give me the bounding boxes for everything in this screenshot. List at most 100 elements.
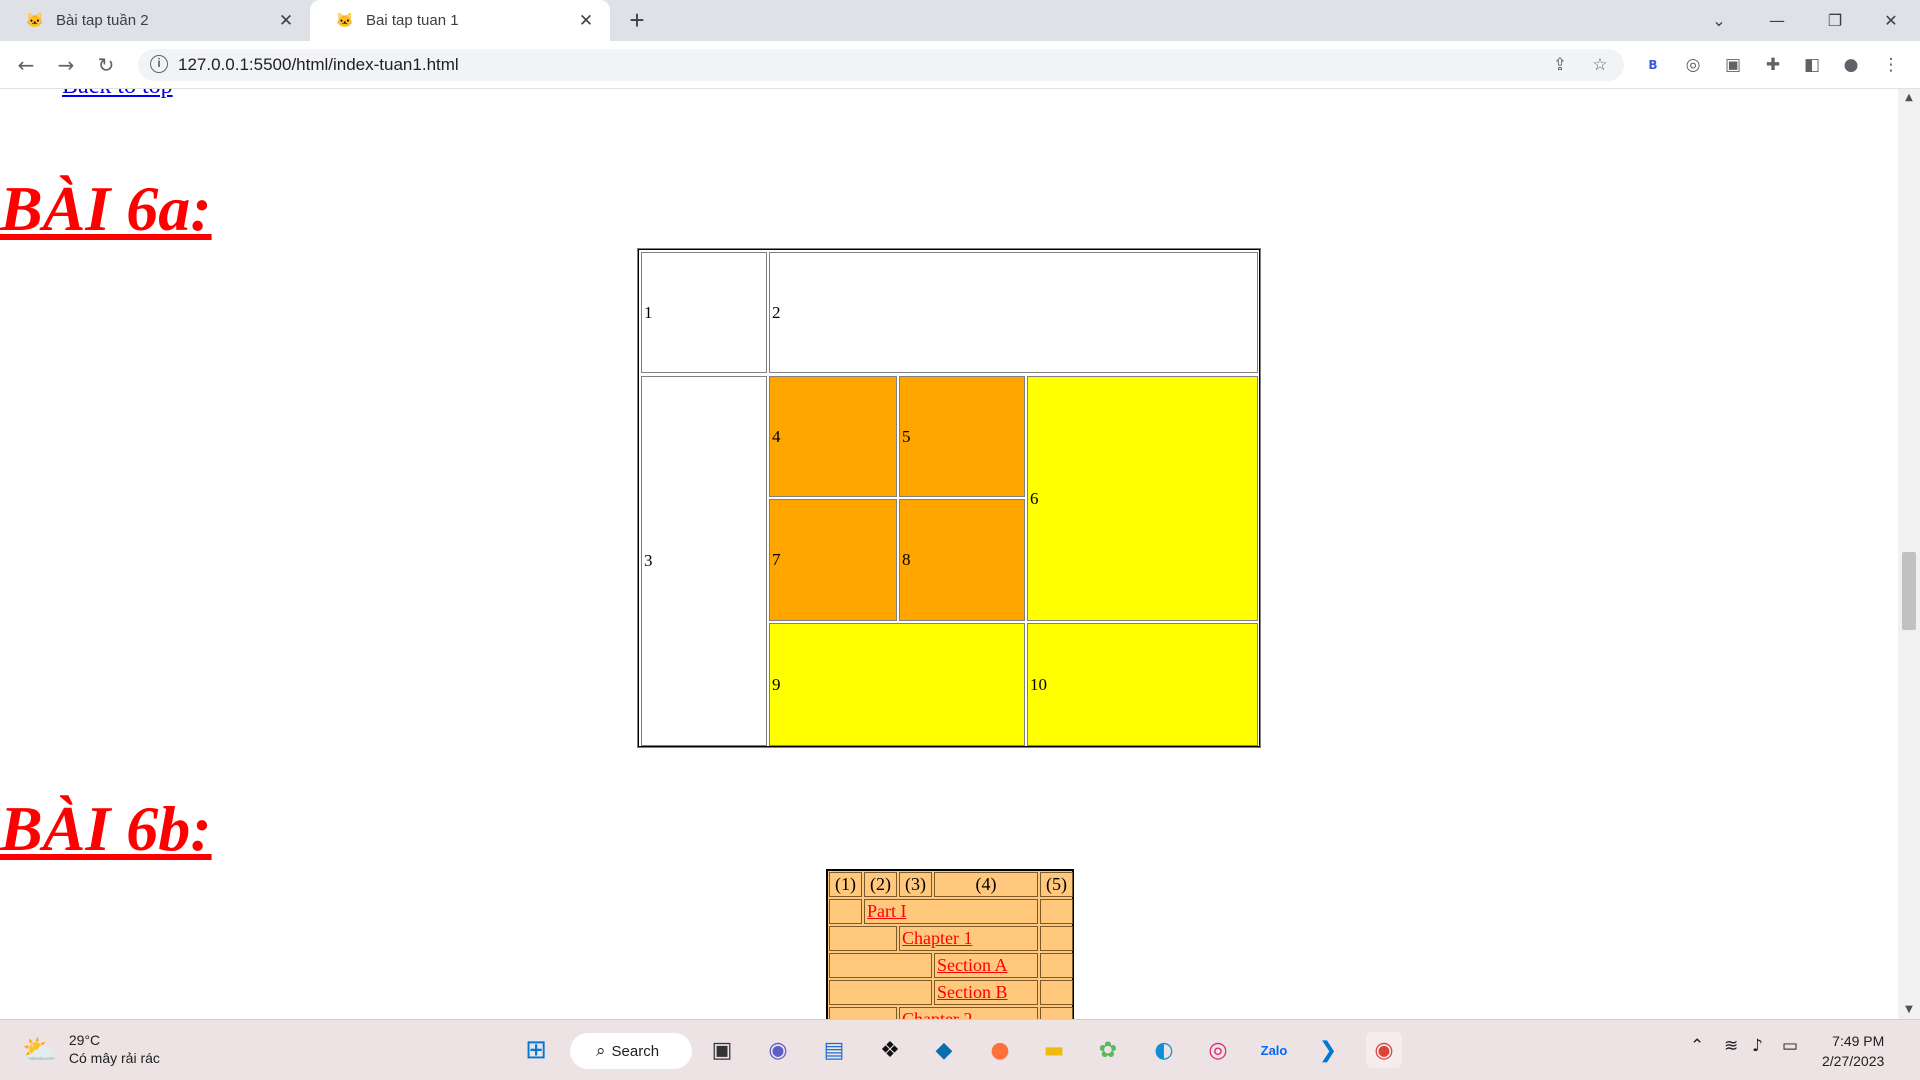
tab-bai-tap-tuan-2[interactable]: 🐱 Bài tap tuần 2 ✕ [0, 0, 310, 41]
extension-b-icon[interactable]: B [1638, 50, 1668, 80]
weather-temperature: 29°C [68, 1032, 101, 1048]
end-cell [1040, 953, 1073, 978]
cell-2: 2 [769, 252, 1258, 373]
table-header-row: (1) (2) (3) (4) (5) [828, 871, 1073, 898]
vscode-icon[interactable]: ❯ [1310, 1032, 1346, 1068]
close-tab-icon[interactable]: ✕ [576, 11, 596, 31]
header-cell-2: (2) [864, 872, 897, 897]
instagram-icon[interactable]: ◎ [1200, 1032, 1236, 1068]
new-tab-button[interactable]: + [622, 6, 652, 36]
chapter-cell: Chapter 1 [899, 926, 1038, 951]
cell-10: 10 [1027, 623, 1258, 746]
cat-icon: 🐱 [336, 12, 354, 28]
cell-1: 1 [641, 252, 767, 373]
dropbox-icon[interactable]: ❖ [872, 1032, 908, 1068]
file-explorer-icon[interactable]: ▬ [1036, 1032, 1072, 1068]
extension-profile-image-icon[interactable]: ▣ [1718, 50, 1748, 80]
end-cell [1040, 899, 1073, 924]
extensions-puzzle-icon[interactable]: ✚ [1758, 50, 1788, 80]
bai-6b-title: BÀI 6b: [0, 793, 212, 864]
forward-arrow-icon[interactable]: → [50, 49, 82, 81]
chapter-2-link[interactable]: Chapter 2 [902, 1009, 972, 1019]
partly-cloudy-icon: ⛅ [22, 1033, 57, 1065]
minimize-button[interactable]: — [1748, 0, 1806, 41]
page-scrollbar[interactable]: ▲ ▼ [1898, 89, 1920, 1019]
site-info-icon[interactable]: i [150, 55, 168, 73]
section-cell: Section A [934, 953, 1038, 978]
address-bar[interactable]: i 127.0.0.1:5500/html/index-tuan1.html ⇪… [138, 49, 1624, 81]
back-arrow-icon[interactable]: ← [10, 49, 42, 81]
battery-icon[interactable]: ▭ [1782, 1036, 1798, 1056]
tab-strip: 🐱 Bài tap tuần 2 ✕ 🐱 Bai tap tuan 1 ✕ + … [0, 0, 1920, 41]
bai-6b-table: (1) (2) (3) (4) (5) Part I Chapter 1 Sec… [826, 869, 1074, 1019]
indent-cell [829, 926, 897, 951]
microsoft-store-icon[interactable]: ▤ [816, 1032, 852, 1068]
back-to-top-link[interactable]: Back to top [62, 89, 173, 100]
cell-5: 5 [899, 376, 1025, 497]
tab-title: Bài tap tuần 2 [56, 12, 149, 29]
scrollbar-thumb[interactable] [1902, 552, 1916, 630]
restore-button[interactable]: ❐ [1806, 0, 1864, 41]
clock-time: 7:49 PM [1832, 1033, 1885, 1049]
reload-icon[interactable]: ↻ [90, 49, 122, 81]
tab-title: Bai tap tuan 1 [366, 12, 459, 29]
table-row: Chapter 2 [828, 1006, 1073, 1019]
tab-bai-tap-tuan-1[interactable]: 🐱 Bai tap tuan 1 ✕ [310, 0, 610, 41]
cell-8: 8 [899, 499, 1025, 621]
indent-cell [829, 980, 932, 1005]
extension-camera-icon[interactable]: ◎ [1678, 50, 1708, 80]
taskbar-clock[interactable]: 7:49 PM 2/27/2023 [1822, 1031, 1884, 1071]
table-row: Chapter 1 [828, 925, 1073, 952]
windows-start-icon[interactable]: ⊞ [518, 1032, 554, 1068]
url-text: 127.0.0.1:5500/html/index-tuan1.html [178, 55, 459, 74]
weather-widget[interactable]: ⛅ 29°C Có mây rải rác [22, 1031, 160, 1067]
teams-chat-icon[interactable]: ◉ [760, 1032, 796, 1068]
share-icon[interactable]: ⇪ [1548, 53, 1572, 77]
task-view-icon[interactable]: ▣ [704, 1032, 740, 1068]
chrome-icon[interactable]: ◉ [1366, 1032, 1402, 1068]
header-cell-3: (3) [899, 872, 932, 897]
table-row: Section B [828, 979, 1073, 1006]
app-shield-icon[interactable]: ◆ [926, 1032, 962, 1068]
chapter-cell: Chapter 2 [899, 1007, 1038, 1019]
section-a-link[interactable]: Section A [937, 955, 1008, 976]
wifi-icon[interactable]: ≋ [1724, 1036, 1738, 1056]
header-cell-1: (1) [829, 872, 862, 897]
page-viewport: Back to top BÀI 6a: 1 2 3 4 5 6 7 8 9 10… [0, 89, 1898, 1019]
end-cell [1040, 1007, 1073, 1019]
part-cell: Part I [864, 899, 1038, 924]
tab-search-chevron-icon[interactable]: ⌄ [1690, 0, 1748, 41]
scroll-up-arrow-icon[interactable]: ▲ [1898, 89, 1920, 107]
cell-3: 3 [641, 376, 767, 746]
edge-icon[interactable]: ◐ [1146, 1032, 1182, 1068]
cell-7: 7 [769, 499, 897, 621]
profile-avatar-icon[interactable]: ● [1836, 50, 1866, 80]
browser-toolbar: ← → ↻ i 127.0.0.1:5500/html/index-tuan1.… [0, 41, 1920, 89]
app-leaf-icon[interactable]: ✿ [1090, 1032, 1126, 1068]
windows-taskbar: ⛅ 29°C Có mây rải rác ⊞ ⌕ Search ▣ ◉ ▤ ❖… [0, 1019, 1920, 1080]
indent-cell [829, 953, 932, 978]
firefox-icon[interactable]: ● [982, 1032, 1018, 1068]
taskbar-search-button[interactable]: ⌕ Search [570, 1033, 692, 1069]
header-cell-5: (5) [1040, 872, 1073, 897]
part-i-link[interactable]: Part I [867, 901, 907, 922]
section-b-link[interactable]: Section B [937, 982, 1008, 1003]
zalo-icon[interactable]: Zalo [1256, 1032, 1292, 1068]
cell-9: 9 [769, 623, 1025, 746]
bookmark-star-icon[interactable]: ☆ [1588, 53, 1612, 77]
clock-date: 2/27/2023 [1822, 1053, 1885, 1069]
cat-icon: 🐱 [26, 12, 44, 28]
cell-4: 4 [769, 376, 897, 497]
tray-chevron-up-icon[interactable]: ⌃ [1690, 1036, 1704, 1056]
close-tab-icon[interactable]: ✕ [276, 11, 296, 31]
volume-icon[interactable]: ♪ [1752, 1036, 1763, 1056]
chapter-1-link[interactable]: Chapter 1 [902, 928, 972, 949]
weather-description: Có mây rải rác [68, 1050, 160, 1066]
table-row: Section A [828, 952, 1073, 979]
end-cell [1040, 980, 1073, 1005]
scroll-down-arrow-icon[interactable]: ▼ [1898, 1001, 1920, 1019]
more-menu-icon[interactable]: ⋮ [1876, 50, 1906, 80]
side-panel-icon[interactable]: ◧ [1797, 50, 1827, 80]
close-window-button[interactable]: ✕ [1862, 0, 1920, 41]
bai-6a-title: BÀI 6a: [0, 173, 212, 244]
